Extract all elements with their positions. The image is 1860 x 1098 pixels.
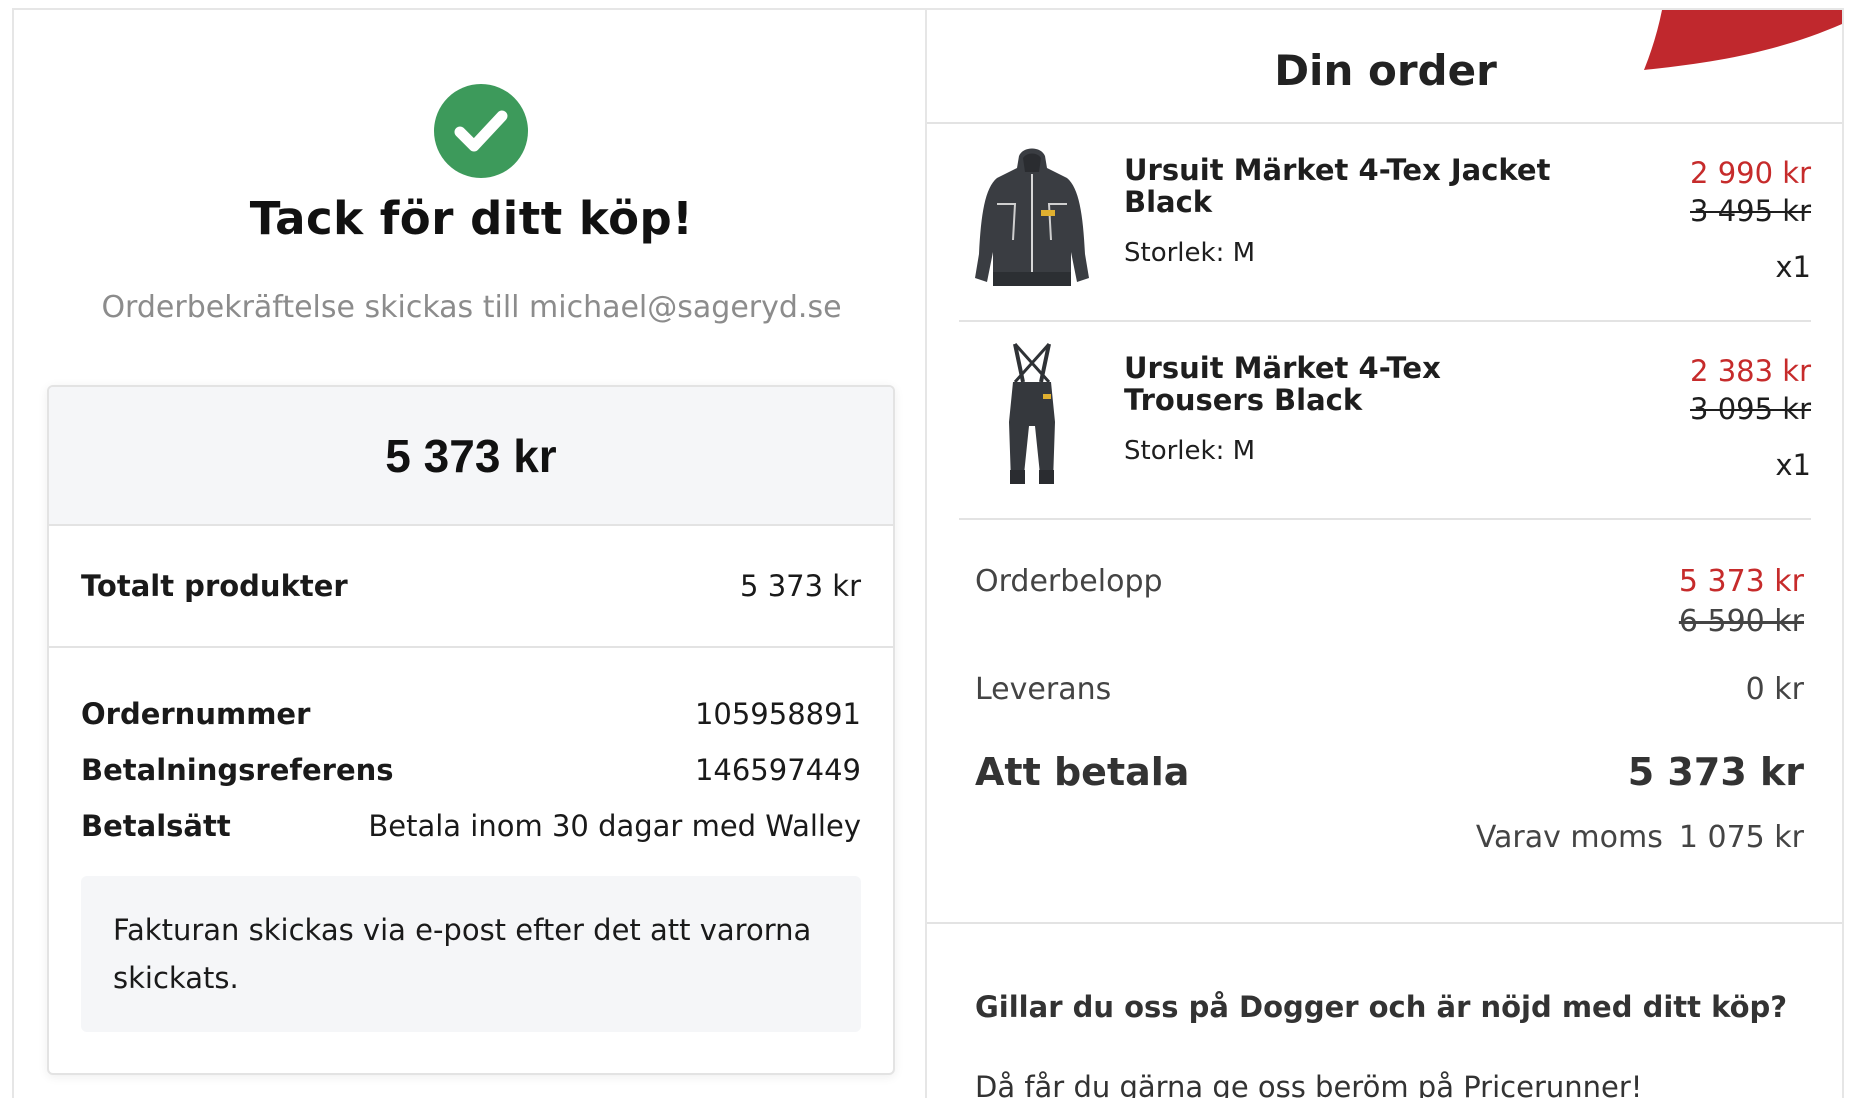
delivery-value: 0 kr bbox=[1745, 672, 1804, 707]
jacket-image bbox=[975, 148, 1089, 286]
order-panel: Din order Ursuit Märket 4-Tex Jacket Bla… bbox=[927, 8, 1844, 1098]
order-number-label: Ordernummer bbox=[81, 697, 311, 731]
section-divider bbox=[927, 922, 1842, 924]
product-name[interactable]: Ursuit Märket 4-Tex Jacket Black bbox=[1124, 154, 1564, 218]
products-total-value: 5 373 kr bbox=[740, 569, 861, 603]
product-price: 2 383 kr bbox=[1690, 354, 1811, 388]
order-item: Ursuit Märket 4-Tex Trousers Black Storl… bbox=[959, 322, 1811, 520]
products-total-row: Totalt produkter 5 373 kr bbox=[49, 526, 893, 648]
order-amount-value: 5 373 kr bbox=[1678, 564, 1804, 599]
confirmation-message: Orderbekräftelse skickas till michael@sa… bbox=[101, 290, 842, 325]
summary-total: 5 373 kr bbox=[49, 387, 893, 526]
order-amount-original: 6 590 kr bbox=[1678, 604, 1804, 639]
pay-value: 5 373 kr bbox=[1627, 750, 1804, 794]
product-original-price: 3 495 kr bbox=[1690, 194, 1811, 228]
vat-line: Varav moms 1 075 kr bbox=[1476, 820, 1804, 855]
pay-label: Att betala bbox=[975, 750, 1190, 794]
product-size: Storlek: M bbox=[1124, 238, 1256, 268]
order-details: Ordernummer 105958891 Betalningsreferens… bbox=[49, 648, 893, 1032]
check-circle-icon bbox=[434, 84, 528, 178]
confirmation-panel: Tack för ditt köp! Orderbekräftelse skic… bbox=[12, 8, 927, 1098]
vat-label: Varav moms bbox=[1475, 820, 1663, 855]
product-quantity: x1 bbox=[1775, 448, 1811, 482]
product-quantity: x1 bbox=[1775, 250, 1811, 284]
order-summary-card: 5 373 kr Totalt produkter 5 373 kr Order… bbox=[47, 385, 895, 1075]
payment-reference-value: 146597449 bbox=[694, 753, 861, 787]
order-title: Din order bbox=[1274, 46, 1497, 95]
order-number-row: Ordernummer 105958891 bbox=[81, 686, 861, 742]
order-item: Ursuit Märket 4-Tex Jacket Black Storlek… bbox=[959, 124, 1811, 322]
delivery-label: Leverans bbox=[975, 672, 1112, 707]
product-size: Storlek: M bbox=[1124, 436, 1256, 466]
order-number-value: 105958891 bbox=[694, 697, 861, 731]
payment-method-row: Betalsätt Betala inom 30 dagar med Walle… bbox=[81, 798, 861, 854]
payment-method-label: Betalsätt bbox=[81, 809, 231, 843]
payment-reference-row: Betalningsreferens 146597449 bbox=[81, 742, 861, 798]
review-text: Då får du gärna ge oss beröm på Pricerun… bbox=[975, 1070, 1643, 1098]
product-price: 2 990 kr bbox=[1690, 156, 1811, 190]
trousers-image bbox=[1009, 342, 1055, 484]
vat-value: 1 075 kr bbox=[1678, 820, 1804, 855]
order-amount-label: Orderbelopp bbox=[975, 564, 1163, 599]
payment-method-value: Betala inom 30 dagar med Walley bbox=[368, 809, 861, 843]
payment-reference-label: Betalningsreferens bbox=[81, 753, 394, 787]
invoice-note: Fakturan skickas via e-post efter det at… bbox=[81, 876, 861, 1032]
product-name[interactable]: Ursuit Märket 4-Tex Trousers Black bbox=[1124, 352, 1564, 416]
products-total-label: Totalt produkter bbox=[81, 569, 348, 603]
thank-you-title: Tack för ditt köp! bbox=[249, 192, 694, 245]
review-heading: Gillar du oss på Dogger och är nöjd med … bbox=[975, 990, 1788, 1024]
product-original-price: 3 095 kr bbox=[1690, 392, 1811, 426]
